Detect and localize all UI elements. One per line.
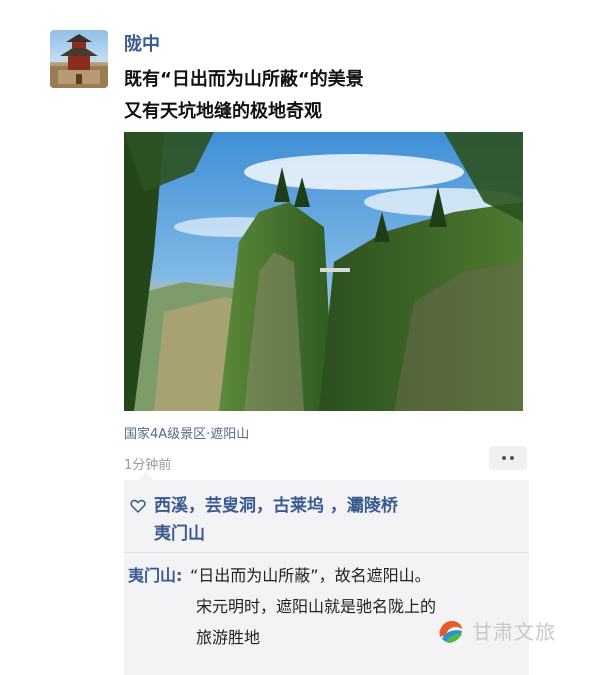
avatar[interactable]: [50, 30, 108, 88]
liker-name[interactable]: 灞陵桥: [347, 496, 398, 516]
canyon-photo: [124, 132, 523, 411]
heart-icon: [130, 499, 146, 514]
interaction-panel: 西溪，芸叟洞，古莱坞 ，灞陵桥 夷门山 夷门山: “日出而为山所蔽”，故名遮阳山…: [124, 472, 529, 675]
more-actions-button[interactable]: [489, 446, 527, 470]
comment-text-line: 宋元明时，遮阳山就是驰名陇上的: [196, 597, 437, 616]
post-author-name[interactable]: 陇中: [124, 30, 160, 56]
post-time: 1分钟前: [124, 458, 172, 473]
watermark-text: 甘肃文旅: [472, 620, 556, 644]
brand-logo-icon: [439, 620, 462, 643]
dot-icon: [502, 456, 506, 460]
location-link[interactable]: 国家4A级景区·遮阳山: [124, 423, 249, 442]
watermark: 甘肃文旅: [436, 616, 556, 645]
comment-text-line: 旅游胜地: [196, 628, 261, 647]
comment-author[interactable]: 夷门山:: [128, 560, 182, 591]
post-text-line: 既有“日出而为山所蔽“的美景: [124, 69, 364, 90]
liker-name[interactable]: 夷门山: [154, 524, 205, 544]
dot-icon: [510, 456, 514, 460]
liker-list: 西溪，芸叟洞，古莱坞 ，灞陵桥 夷门山: [154, 492, 514, 548]
tower-avatar-image: [50, 34, 108, 88]
divider: [124, 552, 529, 553]
comment-text-line: “日出而为山所蔽”，故名遮阳山。: [190, 566, 431, 585]
liker-name[interactable]: 古莱坞 ，: [273, 496, 347, 516]
post-text: 既有“日出而为山所蔽“的美景 又有天坑地缝的极地奇观: [124, 64, 364, 128]
liker-name[interactable]: 西溪，: [154, 496, 205, 516]
liker-name[interactable]: 芸叟洞，: [205, 496, 273, 516]
post-photo[interactable]: [124, 132, 523, 411]
post-text-line: 又有天坑地缝的极地奇观: [124, 101, 322, 122]
